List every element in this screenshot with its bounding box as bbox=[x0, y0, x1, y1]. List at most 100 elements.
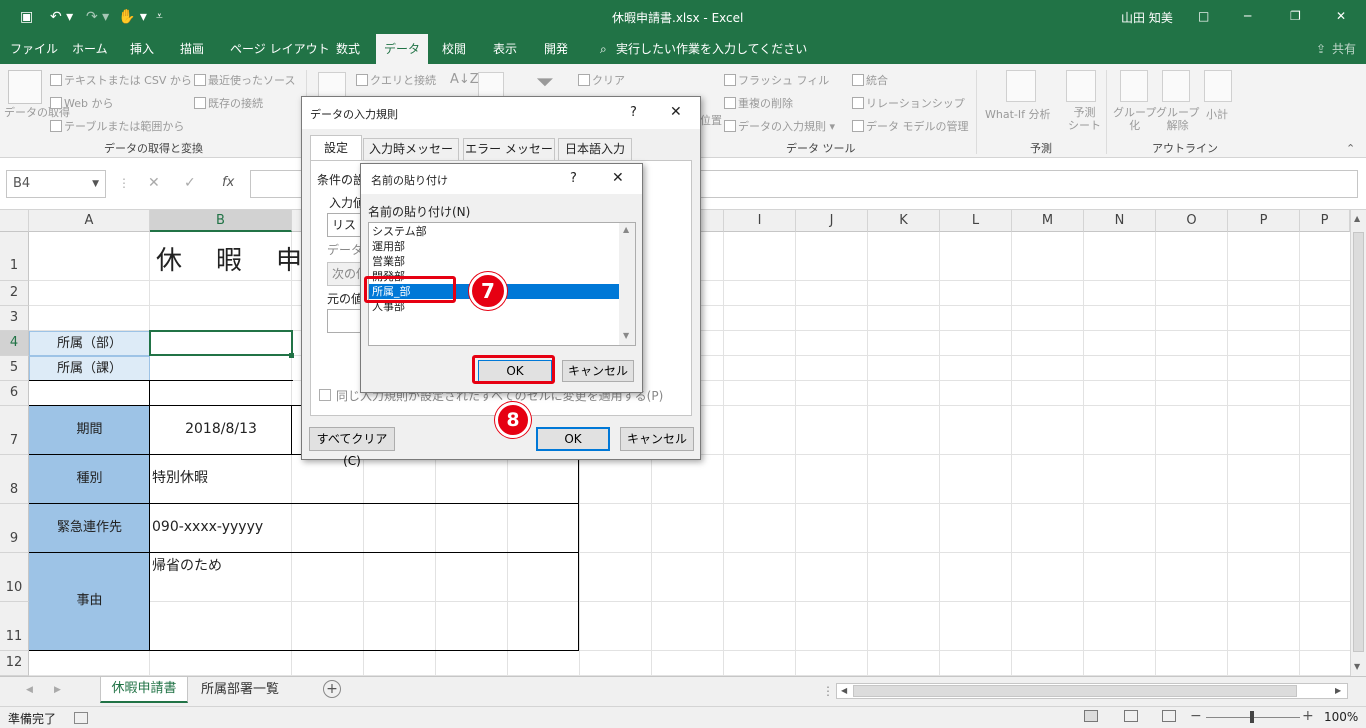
flash-fill-button[interactable]: フラッシュ フィル bbox=[724, 72, 829, 88]
tab-ime[interactable]: 日本語入力 bbox=[558, 138, 632, 161]
subtotal-button[interactable]: 小計 bbox=[1206, 106, 1228, 122]
tab-review[interactable]: 校閲 bbox=[436, 34, 472, 64]
forecast-sheet-button[interactable]: 予測 シート bbox=[1068, 106, 1101, 132]
column-header[interactable]: A bbox=[29, 210, 150, 232]
vertical-scroll-thumb[interactable] bbox=[1353, 232, 1364, 652]
row-header[interactable]: 2 bbox=[0, 281, 29, 306]
cell-a4[interactable]: 所属（部） bbox=[29, 331, 150, 356]
help-button[interactable]: ? bbox=[630, 105, 637, 120]
scroll-left-icon[interactable]: ◀ bbox=[26, 685, 33, 695]
row-header[interactable]: 3 bbox=[0, 306, 29, 331]
scroll-down-icon[interactable]: ▼ bbox=[1354, 662, 1360, 671]
whatif-icon[interactable] bbox=[1006, 70, 1036, 102]
recent-sources-button[interactable]: 最近使ったソース bbox=[194, 72, 295, 88]
share-button[interactable]: 共有 bbox=[1326, 34, 1362, 64]
text-to-columns-label[interactable]: 位置 bbox=[700, 112, 722, 128]
whatif-button[interactable]: What-If 分析 bbox=[985, 106, 1050, 122]
from-web-button[interactable]: Web から bbox=[50, 95, 113, 111]
column-header[interactable]: P bbox=[1228, 210, 1300, 232]
row-header[interactable]: 9 bbox=[0, 504, 29, 553]
cell-a5[interactable]: 所属（課） bbox=[29, 356, 150, 381]
sheet-tab-active[interactable]: 休暇申請書 bbox=[100, 677, 188, 703]
scroll-up-icon[interactable]: ▲ bbox=[623, 225, 629, 234]
row-header[interactable]: 4 bbox=[0, 331, 29, 356]
maximize-button[interactable]: ❐ bbox=[1290, 9, 1301, 23]
list-item[interactable]: 運用部 bbox=[372, 239, 405, 254]
clear-all-button[interactable]: すべてクリア(C) bbox=[309, 427, 395, 468]
cell-a10[interactable]: 事由 bbox=[29, 553, 150, 650]
tab-draw[interactable]: 描画 bbox=[174, 34, 210, 64]
scroll-left-icon[interactable]: ◀ bbox=[841, 686, 847, 695]
user-name[interactable]: 山田 知美 bbox=[1121, 9, 1173, 26]
tab-split-handle[interactable]: ⋮ bbox=[822, 684, 834, 698]
existing-connections-button[interactable]: 既存の接続 bbox=[194, 95, 263, 111]
customize-qat-icon[interactable]: ⩡ bbox=[156, 9, 163, 24]
column-header[interactable]: N bbox=[1084, 210, 1156, 232]
get-data-button[interactable]: データの取得 bbox=[4, 106, 70, 119]
scroll-up-icon[interactable]: ▲ bbox=[1354, 214, 1360, 223]
tab-view[interactable]: 表示 bbox=[487, 34, 523, 64]
forecast-sheet-icon[interactable] bbox=[1066, 70, 1096, 102]
column-header[interactable]: P bbox=[1300, 210, 1350, 232]
scroll-right-icon[interactable]: ▶ bbox=[1335, 686, 1341, 695]
chevron-down-icon[interactable]: ▼ bbox=[92, 171, 99, 197]
cell-b7[interactable]: 2018/8/13 bbox=[150, 406, 292, 455]
clear-filter-button[interactable]: クリア bbox=[578, 72, 625, 88]
relationships-button[interactable]: リレーションシップ bbox=[852, 95, 965, 111]
zoom-level[interactable]: 100% bbox=[1324, 710, 1358, 724]
horizontal-scroll-thumb[interactable] bbox=[853, 685, 1297, 697]
name-box[interactable]: B4 ▼ bbox=[6, 170, 106, 198]
list-scrollbar[interactable]: ▲ ▼ bbox=[619, 223, 635, 345]
column-header[interactable]: L bbox=[940, 210, 1012, 232]
tab-developer[interactable]: 開発 bbox=[538, 34, 574, 64]
apply-all-checkbox[interactable] bbox=[319, 389, 331, 401]
row-header[interactable]: 8 bbox=[0, 455, 29, 504]
scroll-down-icon[interactable]: ▼ bbox=[623, 331, 629, 340]
column-header[interactable]: O bbox=[1156, 210, 1228, 232]
help-button[interactable]: ? bbox=[570, 171, 577, 186]
close-window-button[interactable]: ✕ bbox=[1336, 9, 1346, 23]
queries-connections-button[interactable]: クエリと接続 bbox=[356, 72, 436, 88]
tell-me-input[interactable]: 実行したい作業を入力してください bbox=[610, 34, 813, 64]
zoom-slider-thumb[interactable] bbox=[1250, 711, 1254, 723]
group-button[interactable]: グループ 化 bbox=[1113, 106, 1156, 132]
add-sheet-icon[interactable]: + bbox=[323, 680, 341, 698]
group-icon[interactable] bbox=[1120, 70, 1148, 102]
row-header[interactable]: 12 bbox=[0, 651, 29, 676]
vertical-scrollbar[interactable]: ▲ ▼ bbox=[1350, 210, 1366, 676]
zoom-in-icon[interactable]: + bbox=[1302, 708, 1314, 724]
page-break-view-icon[interactable] bbox=[1162, 710, 1176, 722]
filter-icon[interactable]: ⏷ bbox=[536, 70, 554, 95]
ungroup-icon[interactable] bbox=[1162, 70, 1190, 102]
minimize-button[interactable]: ─ bbox=[1244, 9, 1251, 23]
row-header[interactable]: 6 bbox=[0, 381, 29, 406]
collapse-ribbon-icon[interactable]: ⌃ bbox=[1346, 142, 1355, 155]
cell-b10[interactable]: 帰省のため bbox=[152, 555, 222, 575]
active-cell-b4[interactable] bbox=[149, 330, 293, 356]
cancel-icon[interactable]: ✕ bbox=[148, 175, 160, 191]
validation-cancel-button[interactable]: キャンセル bbox=[620, 427, 694, 451]
tab-file[interactable]: ファイル bbox=[4, 34, 64, 64]
row-header[interactable]: 10 bbox=[0, 553, 29, 602]
scroll-right-icon[interactable]: ▶ bbox=[54, 685, 61, 695]
cell-b8[interactable]: 特別休暇 bbox=[152, 455, 208, 504]
text-csv-button[interactable]: テキストまたは CSV から bbox=[50, 72, 192, 88]
undo-icon[interactable]: ↶ ▾ bbox=[50, 9, 73, 25]
row-header[interactable]: 5 bbox=[0, 356, 29, 381]
cell-a8[interactable]: 種別 bbox=[29, 455, 150, 504]
consolidate-button[interactable]: 統合 bbox=[852, 72, 888, 88]
paste-cancel-button[interactable]: キャンセル bbox=[562, 360, 634, 382]
ribbon-display-options-icon[interactable]: □ bbox=[1198, 9, 1209, 23]
column-header[interactable]: B bbox=[150, 210, 292, 232]
list-item[interactable]: システム部 bbox=[372, 224, 427, 239]
redo-icon[interactable]: ↷ ▾ bbox=[86, 9, 109, 25]
list-item[interactable]: 営業部 bbox=[372, 254, 405, 269]
column-header[interactable]: I bbox=[724, 210, 796, 232]
tab-page-layout[interactable]: ページ レイアウト bbox=[224, 34, 336, 64]
data-validation-button[interactable]: データの入力規則 ▾ bbox=[724, 118, 835, 134]
database-icon[interactable] bbox=[8, 70, 42, 104]
validation-ok-button[interactable]: OK bbox=[536, 427, 610, 451]
column-header[interactable]: M bbox=[1012, 210, 1084, 232]
cell-a7[interactable]: 期間 bbox=[29, 406, 150, 455]
tab-settings[interactable]: 設定 bbox=[310, 135, 362, 161]
